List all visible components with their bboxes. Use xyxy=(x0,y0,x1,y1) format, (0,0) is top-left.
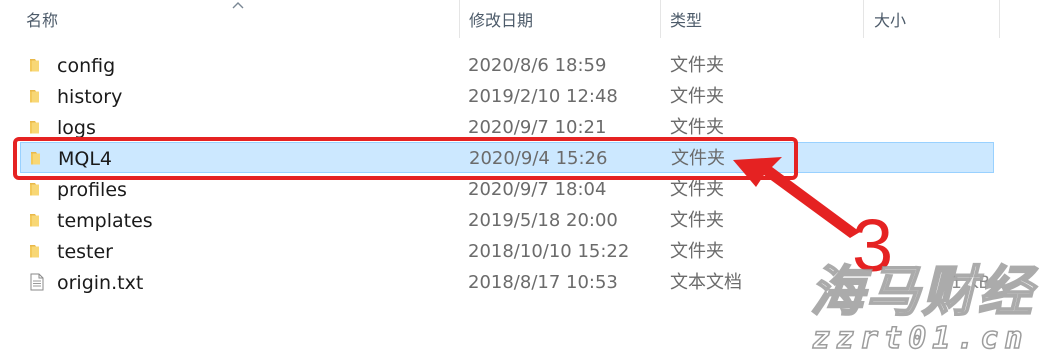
file-modified-date: 2020/9/7 18:04 xyxy=(468,179,607,200)
file-type: 文件夹 xyxy=(670,55,724,76)
file-size xyxy=(920,210,990,232)
sort-ascending-icon xyxy=(232,2,244,9)
file-name[interactable]: config xyxy=(57,54,115,78)
file-name[interactable]: origin.txt xyxy=(57,271,143,295)
file-row[interactable]: config 2020/8/6 18:59 文件夹 xyxy=(20,50,994,81)
file-modified-date: 2019/5/18 20:00 xyxy=(468,210,618,231)
column-divider[interactable] xyxy=(863,0,864,38)
file-type: 文件夹 xyxy=(670,210,724,231)
file-name[interactable]: templates xyxy=(57,209,153,233)
file-size xyxy=(920,86,990,108)
column-divider[interactable] xyxy=(660,0,661,38)
file-modified-date: 2018/8/17 10:53 xyxy=(468,272,618,293)
file-type: 文件夹 xyxy=(670,179,724,200)
column-header-bar: 名称 修改日期 类型 大小 xyxy=(0,0,1000,38)
watermark-url: zzrt01.cn xyxy=(811,321,1029,357)
file-type: 文本文档 xyxy=(670,272,742,293)
file-size xyxy=(920,55,990,77)
folder-icon xyxy=(30,183,39,196)
folder-icon xyxy=(30,121,39,134)
folder-icon xyxy=(30,59,39,72)
watermark-logo: 海马财经 xyxy=(809,260,1034,323)
column-divider[interactable] xyxy=(459,0,460,38)
file-modified-date: 2020/9/7 10:21 xyxy=(468,117,607,138)
folder-icon xyxy=(30,245,39,258)
file-size xyxy=(920,117,990,139)
file-type: 文件夹 xyxy=(670,86,724,107)
column-header-type[interactable]: 类型 xyxy=(670,10,702,32)
file-size xyxy=(920,179,990,201)
file-name[interactable]: profiles xyxy=(57,178,127,202)
column-header-modified[interactable]: 修改日期 xyxy=(469,10,533,32)
file-modified-date: 2018/10/10 15:22 xyxy=(468,241,630,262)
annotation-highlight-box xyxy=(13,137,798,180)
folder-icon xyxy=(30,214,39,227)
file-row[interactable]: history 2019/2/10 12:48 文件夹 xyxy=(20,81,994,112)
folder-icon xyxy=(30,90,39,103)
file-name[interactable]: tester xyxy=(57,240,113,264)
file-row[interactable]: templates 2019/5/18 20:00 文件夹 xyxy=(20,205,994,236)
file-name[interactable]: history xyxy=(57,85,122,109)
text-file-icon xyxy=(30,273,44,291)
file-size xyxy=(921,148,991,170)
column-header-name[interactable]: 名称 xyxy=(26,10,58,32)
file-modified-date: 2020/8/6 18:59 xyxy=(468,55,607,76)
column-header-size[interactable]: 大小 xyxy=(874,10,906,32)
file-modified-date: 2019/2/10 12:48 xyxy=(468,86,618,107)
column-divider[interactable] xyxy=(999,0,1000,38)
file-type: 文件夹 xyxy=(670,241,724,262)
